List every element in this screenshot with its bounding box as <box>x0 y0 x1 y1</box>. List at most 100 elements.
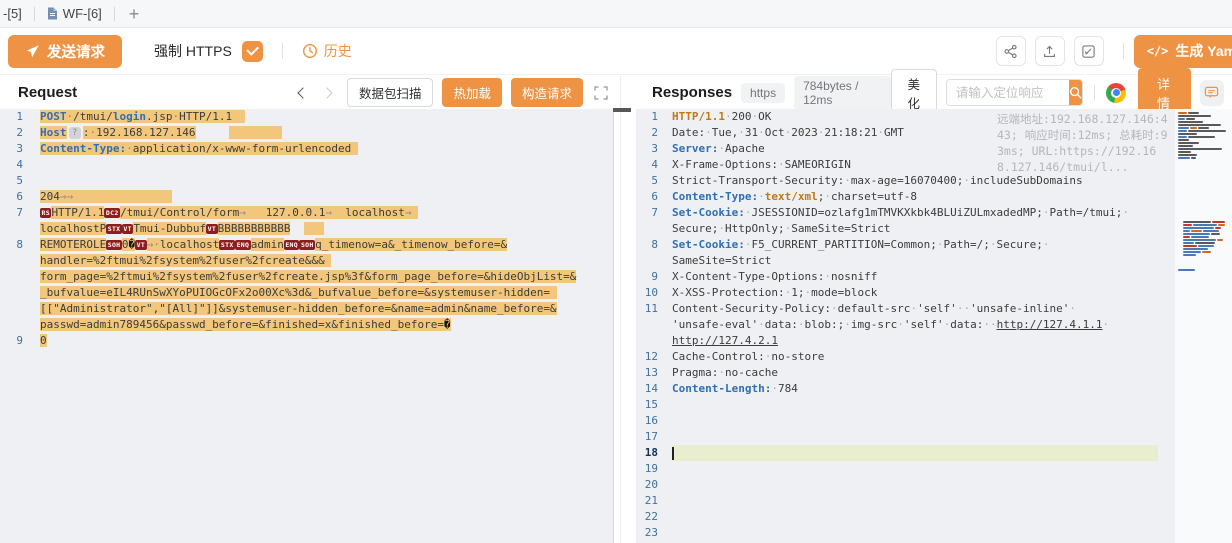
code-token: Content-Type: <box>40 142 126 155</box>
document-icon <box>47 7 58 20</box>
code-token <box>232 110 245 123</box>
code-line: 19 <box>636 461 1232 477</box>
code-line: 6204→→ <box>0 189 613 205</box>
code-line: localhostPSTXVTTmui-DubbufVTBBBBBBBBBBB <box>0 221 613 237</box>
line-number: 3 <box>0 141 40 157</box>
divider <box>282 43 283 59</box>
line-number: 21 <box>636 493 672 509</box>
search-button[interactable] <box>1069 80 1082 105</box>
code-line: 20 <box>636 477 1232 493</box>
tab-2-label: WF-[6] <box>63 6 102 21</box>
code-token <box>196 126 229 139</box>
code-line: 11Content-Security-Policy:·default-src·'… <box>636 301 1232 317</box>
new-tab-button[interactable]: + <box>129 5 140 23</box>
line-number <box>636 221 672 237</box>
code-line: 5Strict-Transport-Security:·max-age=1607… <box>636 173 1232 189</box>
code-line: [["Administrator","[All]"]]&systemuser-h… <box>0 301 613 317</box>
line-number: 5 <box>636 173 672 189</box>
code-line: 16 <box>636 413 1232 429</box>
code-line: 10X-XSS-Protection:·1;·mode=block <box>636 285 1232 301</box>
line-number <box>0 285 40 301</box>
request-editor[interactable]: 1POST·/tmui/login.jsp·HTTP/1.1 2Host?:·1… <box>0 109 614 543</box>
minimap-section <box>1178 112 1230 160</box>
tab-1[interactable]: -[5] <box>0 0 34 27</box>
build-request-button[interactable]: 构造请求 <box>511 78 583 107</box>
code-token: ;·charset=utf-8 <box>818 190 917 203</box>
code-token: HTTP/1.1 <box>51 206 104 219</box>
line-number: 6 <box>636 189 672 205</box>
line-number: 16 <box>636 413 672 429</box>
response-panel: Responses https 784bytes / 12ms 美化 详情 <box>636 76 1232 543</box>
fullscreen-icon[interactable] <box>594 86 608 100</box>
code-token: · <box>758 190 765 203</box>
line-number <box>0 269 40 285</box>
export-button[interactable] <box>1035 36 1065 66</box>
next-chevron-icon[interactable] <box>321 87 332 98</box>
code-token <box>229 126 282 139</box>
edit-button[interactable] <box>1074 36 1104 66</box>
code-token: 0 <box>40 334 47 347</box>
code-token: Content-Length: <box>672 382 771 395</box>
code-token: ·F5_CURRENT_PARTITION=Common;·Path=/;·Se… <box>745 238 1050 251</box>
line-number: 18 <box>636 445 672 461</box>
code-token: Set-Cookie: <box>672 206 745 219</box>
code-token <box>412 206 419 219</box>
line-number: 7 <box>0 205 40 221</box>
code-line: SameSite=Strict <box>636 253 1232 269</box>
packet-scan-button[interactable]: 数据包扫描 <box>347 78 434 107</box>
code-token: ·200·OK <box>725 110 771 123</box>
code-line: 15 <box>636 397 1232 413</box>
line-number: 13 <box>636 365 672 381</box>
panel-divider[interactable] <box>620 76 621 543</box>
share-button[interactable] <box>996 36 1026 66</box>
response-link[interactable]: http://127.4.2.1 <box>672 334 778 347</box>
send-request-label: 发送请求 <box>47 41 105 62</box>
code-line: 22 <box>636 509 1232 525</box>
line-number: 23 <box>636 525 672 541</box>
code-token: ? <box>69 127 81 139</box>
chrome-icon[interactable] <box>1106 83 1126 103</box>
code-token: 0 <box>122 238 129 251</box>
code-token: → <box>405 206 412 219</box>
line-number: 1 <box>0 109 40 125</box>
code-token: form_page=%2ftmui%2fsystem%2fuser%2fcrea… <box>40 270 576 283</box>
tab-2-active[interactable]: WF-[6] <box>35 0 114 27</box>
line-number: 8 <box>0 237 40 253</box>
response-link[interactable]: http://127.4.1.1 <box>997 318 1103 331</box>
line-number: 2 <box>636 125 672 141</box>
tab-1-label: -[5] <box>3 6 22 21</box>
control-char-badge: VT <box>122 224 133 234</box>
code-line: 90 <box>0 333 613 349</box>
prev-chevron-icon[interactable] <box>297 87 308 98</box>
comment-icon <box>1204 85 1219 100</box>
control-char-badge: ENQ <box>284 240 300 250</box>
line-number: 2 <box>0 125 40 141</box>
divider-drag-handle[interactable] <box>613 108 631 112</box>
code-token: Date:·Tue,·31·Oct·2023·21:18:21·GMT <box>672 126 904 139</box>
code-icon: </> <box>1147 44 1169 58</box>
code-token: ·localhost <box>153 238 219 251</box>
hot-reload-button[interactable]: 热加载 <box>442 78 502 107</box>
code-token: Host <box>40 126 67 139</box>
code-line: 18 <box>636 445 1232 461</box>
response-search-input[interactable] <box>947 80 1069 105</box>
code-token: ·JSESSIONID=ozlafg1mTMVKXkbk4BLUiZULmxad… <box>745 206 1129 219</box>
line-number: 5 <box>0 173 40 189</box>
code-token: � <box>444 318 451 331</box>
history-button[interactable]: 历史 <box>302 41 352 61</box>
editor-minimap[interactable] <box>1175 109 1232 543</box>
force-https-checkbox[interactable] <box>242 41 263 62</box>
control-char-badge: STX <box>219 240 235 250</box>
minimap-section <box>1178 269 1230 272</box>
line-number: 20 <box>636 477 672 493</box>
response-editor[interactable]: 远端地址:192.168.127.146:443; 响应时间:12ms; 总耗时… <box>636 109 1232 543</box>
send-request-button[interactable]: 发送请求 <box>8 35 122 68</box>
code-line: passwd=admin789456&passwd_before=&finish… <box>0 317 613 333</box>
text-cursor <box>672 447 674 460</box>
generate-yaml-button[interactable]: </> 生成 Yaml <box>1134 35 1232 68</box>
edit-icon <box>1081 44 1096 59</box>
search-icon <box>1069 86 1082 99</box>
feedback-button[interactable] <box>1200 80 1224 106</box>
code-line: 17 <box>636 429 1232 445</box>
code-token: :·192.168.127.146 <box>83 126 196 139</box>
